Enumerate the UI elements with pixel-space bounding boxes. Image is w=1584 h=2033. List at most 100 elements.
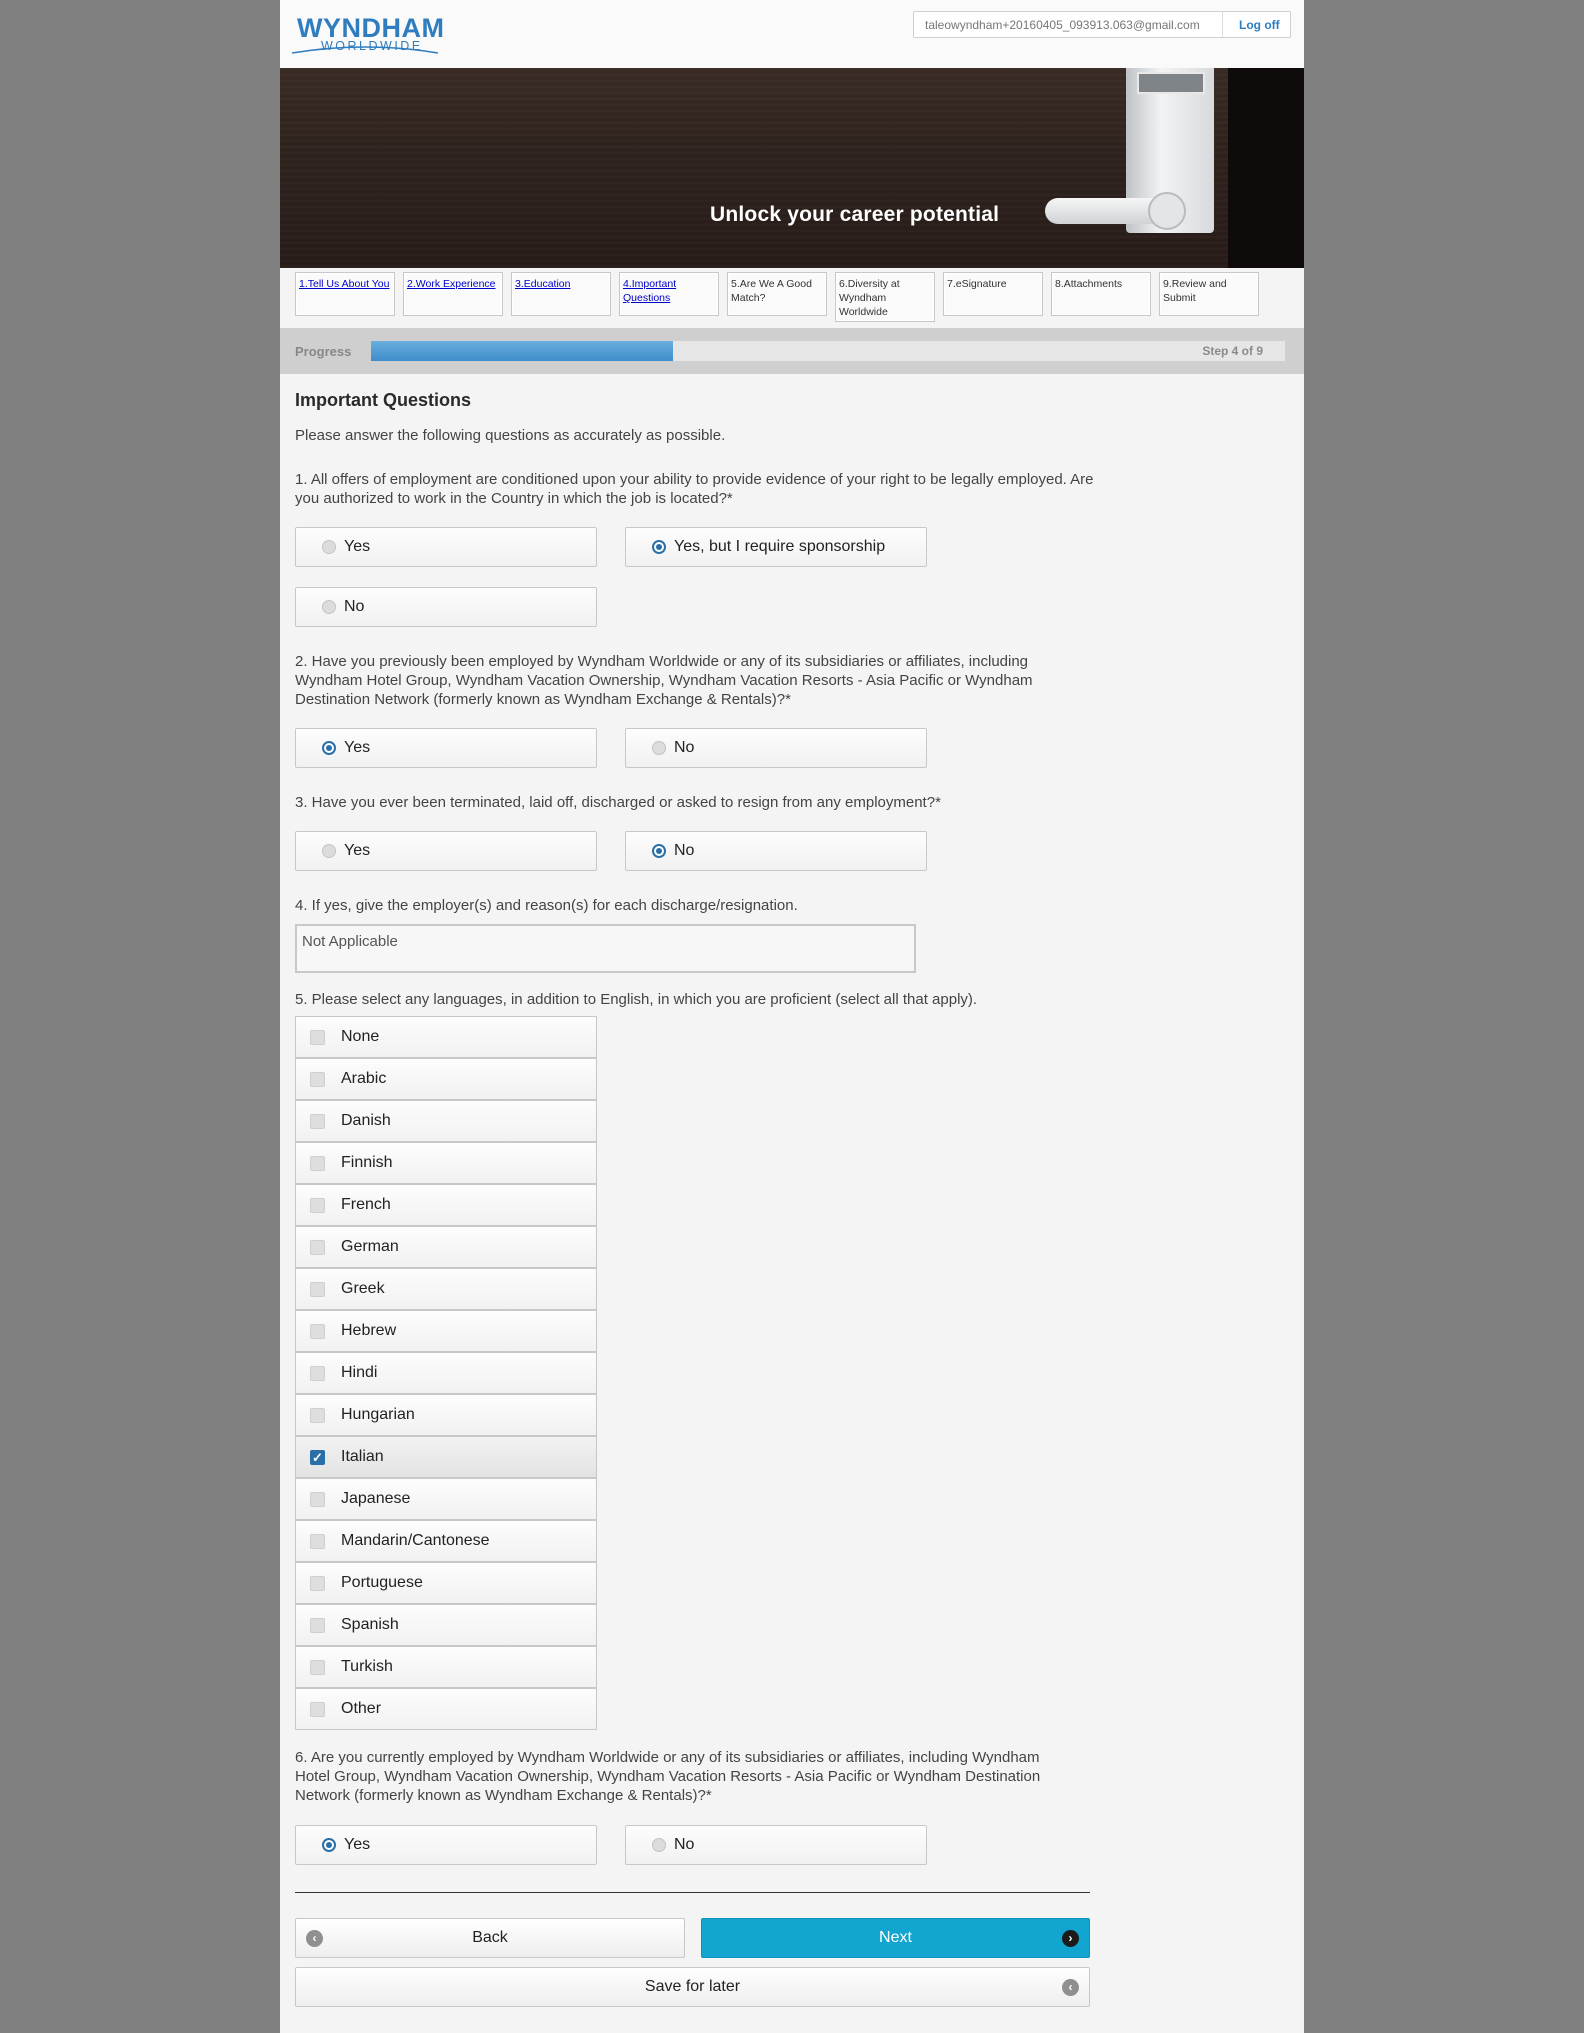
language-option-hungarian[interactable]: Hungarian <box>295 1394 597 1436</box>
language-option-danish[interactable]: Danish <box>295 1100 597 1142</box>
radio-icon <box>322 540 336 554</box>
logoff-link[interactable]: Log off <box>1239 18 1280 32</box>
step-navigation: 1.Tell Us About You 2.Work Experience 3.Ed… <box>280 268 1304 328</box>
radio-icon <box>652 1838 666 1852</box>
next-button[interactable]: Next › <box>701 1918 1090 1958</box>
q2-option-no[interactable]: No <box>625 728 927 768</box>
q1-option-yes[interactable]: Yes <box>295 527 597 567</box>
step-tab-2[interactable]: 2.Work Experience <box>403 272 503 316</box>
radio-icon <box>652 741 666 755</box>
language-option-none[interactable]: None <box>295 1016 597 1058</box>
language-option-arabic[interactable]: Arabic <box>295 1058 597 1100</box>
step-tab-8: 8.Attachments <box>1051 272 1151 316</box>
language-label: Hindi <box>341 1364 378 1381</box>
radio-selected-icon <box>652 844 666 858</box>
q1-option-no[interactable]: No <box>295 587 597 627</box>
language-label: German <box>341 1238 399 1255</box>
checkbox-icon <box>310 1702 325 1717</box>
language-label: Danish <box>341 1112 391 1129</box>
checkbox-icon <box>310 1114 325 1129</box>
checkbox-checked-icon: ✓ <box>310 1450 325 1465</box>
language-label: Hungarian <box>341 1406 415 1423</box>
checkbox-icon <box>310 1072 325 1087</box>
progress-step-text: Step 4 of 9 <box>1202 344 1263 358</box>
question-5-text: 5. Please select any languages, in addit… <box>295 991 978 1008</box>
step-tab-5: 5.Are We A Good Match? <box>727 272 827 316</box>
form-intro: Please answer the following questions as… <box>295 427 726 444</box>
step-tab-9: 9.Review and Submit <box>1159 272 1259 316</box>
q3-option-yes[interactable]: Yes <box>295 831 597 871</box>
checkbox-icon <box>310 1282 325 1297</box>
q6-option-no[interactable]: No <box>625 1825 927 1865</box>
checkbox-icon <box>310 1408 325 1423</box>
language-label: Spanish <box>341 1616 399 1633</box>
wyndham-logo: WYNDHAM WORLDWIDE <box>290 10 444 58</box>
q1-option-yes-sponsorship[interactable]: Yes, but I require sponsorship <box>625 527 927 567</box>
language-option-spanish[interactable]: Spanish <box>295 1604 597 1646</box>
question-1-text: 1. All offers of employment are conditio… <box>295 471 1094 507</box>
radio-icon <box>322 844 336 858</box>
language-option-finnish[interactable]: Finnish <box>295 1142 597 1184</box>
language-option-other[interactable]: Other <box>295 1688 597 1730</box>
language-option-turkish[interactable]: Turkish <box>295 1646 597 1688</box>
language-option-italian[interactable]: ✓ Italian <box>295 1436 597 1478</box>
user-email: taleowyndham+20160405_093913.063@gmail.c… <box>925 18 1200 32</box>
checkbox-icon <box>310 1240 325 1255</box>
step-tab-7: 7.eSignature <box>943 272 1043 316</box>
hero-banner: Unlock your career potential <box>280 68 1304 268</box>
step-tab-4[interactable]: 4.Important Questions <box>619 272 719 316</box>
language-option-portuguese[interactable]: Portuguese <box>295 1562 597 1604</box>
divider <box>295 1892 1090 1893</box>
checkbox-icon <box>310 1660 325 1675</box>
language-option-french[interactable]: French <box>295 1184 597 1226</box>
step-tab-3[interactable]: 3.Education <box>511 272 611 316</box>
q4-textarea[interactable]: Not Applicable <box>295 924 916 973</box>
language-option-german[interactable]: German <box>295 1226 597 1268</box>
language-label: Italian <box>341 1448 384 1465</box>
progress-label: Progress <box>295 344 352 359</box>
question-2-text: 2. Have you previously been employed by … <box>295 653 1033 708</box>
radio-selected-icon <box>652 540 666 554</box>
question-3-text: 3. Have you ever been terminated, laid o… <box>295 794 941 811</box>
language-label: Hebrew <box>341 1322 397 1339</box>
save-for-later-button[interactable]: Save for later ‹ <box>295 1967 1090 2007</box>
language-option-hindi[interactable]: Hindi <box>295 1352 597 1394</box>
language-label: Japanese <box>341 1490 411 1507</box>
checkbox-icon <box>310 1324 325 1339</box>
language-label: Finnish <box>341 1154 393 1171</box>
progress-fill <box>371 341 673 361</box>
user-box: taleowyndham+20160405_093913.063@gmail.c… <box>913 11 1291 38</box>
banner-tagline: Unlock your career potential <box>710 203 1000 226</box>
back-button[interactable]: ‹ Back <box>295 1918 685 1958</box>
radio-selected-icon <box>322 1838 336 1852</box>
application-page: WYNDHAM WORLDWIDE taleowyndham+20160405_… <box>280 0 1304 2033</box>
q6-option-yes[interactable]: Yes <box>295 1825 597 1865</box>
question-6-text: 6. Are you currently employed by Wyndham… <box>295 1749 1041 1804</box>
checkbox-icon <box>310 1030 325 1045</box>
language-label: None <box>341 1028 380 1045</box>
circle-arrow-left-icon: ‹ <box>306 1930 323 1947</box>
divider <box>1222 12 1223 37</box>
checkbox-icon <box>310 1156 325 1171</box>
radio-icon <box>322 600 336 614</box>
language-label: Greek <box>341 1280 385 1297</box>
language-option-hebrew[interactable]: Hebrew <box>295 1310 597 1352</box>
language-label: Portuguese <box>341 1574 423 1591</box>
q3-option-no[interactable]: No <box>625 831 927 871</box>
checkbox-icon <box>310 1198 325 1213</box>
checkbox-icon <box>310 1366 325 1381</box>
checkbox-icon <box>310 1534 325 1549</box>
language-label: Other <box>341 1700 382 1717</box>
q2-option-yes[interactable]: Yes <box>295 728 597 768</box>
checkbox-icon <box>310 1576 325 1591</box>
language-label: Arabic <box>341 1070 387 1087</box>
step-tab-1[interactable]: 1.Tell Us About You <box>295 272 395 316</box>
page-title: Important Questions <box>295 390 472 410</box>
language-option-mandarin-cantonese[interactable]: Mandarin/Cantonese <box>295 1520 597 1562</box>
language-label: French <box>341 1196 391 1213</box>
progress-track: Step 4 of 9 <box>371 341 1285 361</box>
language-option-greek[interactable]: Greek <box>295 1268 597 1310</box>
header: WYNDHAM WORLDWIDE taleowyndham+20160405_… <box>280 0 1304 68</box>
circle-arrow-left-icon: ‹ <box>1062 1979 1079 1996</box>
language-option-japanese[interactable]: Japanese <box>295 1478 597 1520</box>
